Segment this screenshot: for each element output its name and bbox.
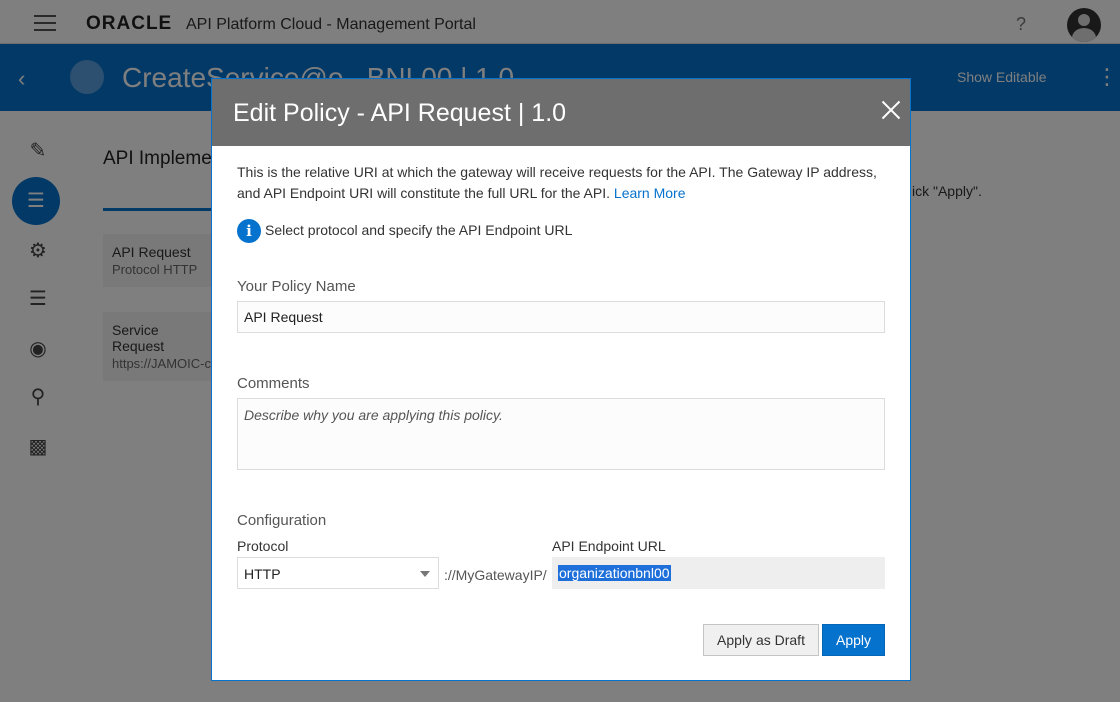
apply-as-draft-button[interactable]: Apply as Draft [703, 624, 819, 656]
endpoint-url-label: API Endpoint URL [552, 538, 666, 554]
info-icon: i [237, 219, 261, 243]
configuration-label: Configuration [237, 512, 327, 529]
protocol-select[interactable]: HTTP [237, 557, 439, 589]
gateway-prefix: ://MyGatewayIP/ [444, 567, 547, 583]
chevron-down-icon [420, 571, 430, 577]
comments-textarea[interactable] [237, 398, 885, 470]
close-icon[interactable] [880, 99, 902, 121]
apply-button[interactable]: Apply [822, 624, 885, 656]
dialog-header: Edit Policy - API Request | 1.0 [212, 79, 910, 146]
dialog-title: Edit Policy - API Request | 1.0 [233, 99, 567, 127]
protocol-selected-value: HTTP [244, 566, 281, 582]
info-text: Select protocol and specify the API Endp… [265, 222, 573, 238]
description-text: This is the relative URI at which the ga… [237, 164, 877, 201]
policy-name-input[interactable] [237, 301, 885, 333]
protocol-label: Protocol [237, 538, 289, 554]
endpoint-url-value: organizationbnl00 [558, 565, 671, 581]
dialog-description: This is the relative URI at which the ga… [237, 162, 892, 204]
comments-label: Comments [237, 375, 310, 392]
policy-name-label: Your Policy Name [237, 278, 356, 295]
edit-policy-dialog: Edit Policy - API Request | 1.0 This is … [211, 78, 911, 681]
endpoint-url-input[interactable]: organizationbnl00 [552, 557, 885, 589]
learn-more-link[interactable]: Learn More [614, 185, 686, 201]
